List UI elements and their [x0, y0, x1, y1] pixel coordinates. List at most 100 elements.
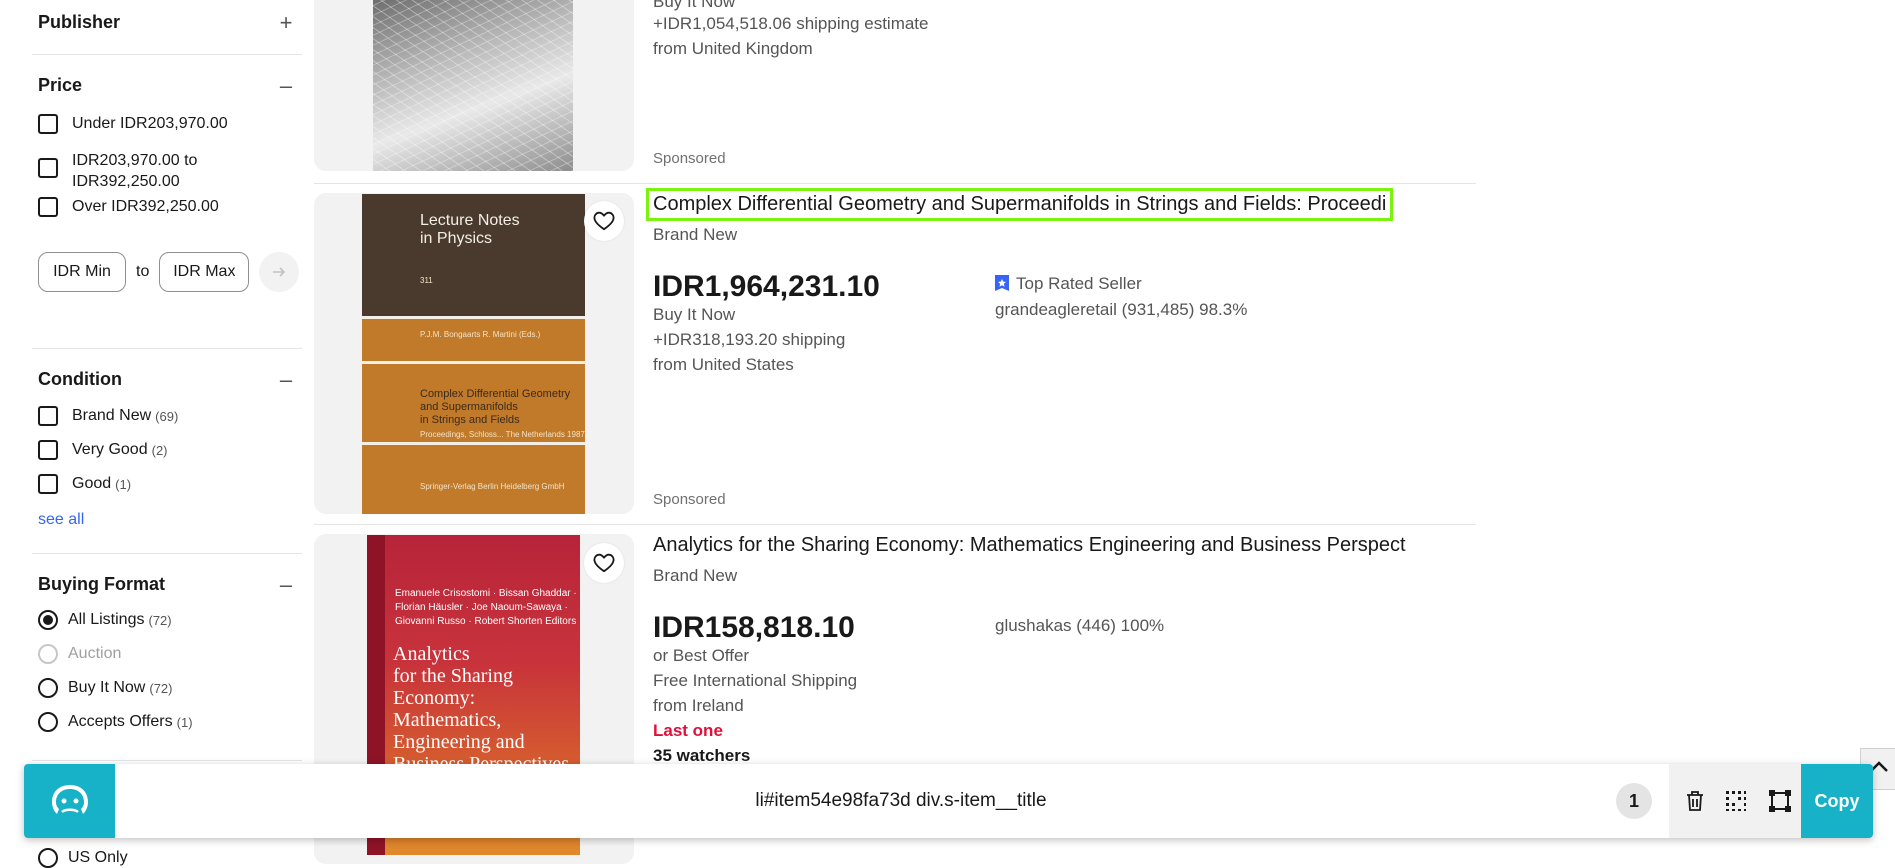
price-option-under[interactable]: Under IDR203,970.00 [38, 114, 228, 134]
shipping-cost: +IDR318,193.20 shipping [653, 330, 846, 349]
cover-author-line: Emanuele Crisostomi · Bissan Ghaddar · [395, 588, 577, 599]
cover-title-line: for the Sharing [393, 665, 513, 687]
buying-format-label: Buying Format [38, 574, 166, 594]
buying-format-label: All Listings [68, 611, 145, 628]
condition-option-good[interactable]: Good (1) [38, 474, 131, 494]
item-price: IDR158,818.10 [653, 611, 855, 644]
grid-icon[interactable] [1724, 789, 1748, 813]
cover-series-line: Lecture Notes [420, 212, 520, 229]
cover-title-line: Engineering and [393, 731, 525, 753]
divider [32, 54, 302, 55]
checkbox[interactable] [38, 474, 58, 494]
buying-format-label: Auction [68, 645, 122, 662]
publisher-section-header[interactable]: Publisher + [38, 10, 296, 36]
toolbar-actions [1669, 764, 1805, 838]
cover-rule [362, 442, 585, 445]
buying-format-auction: Auction [38, 644, 121, 664]
sponsored-label: Sponsored [653, 150, 726, 167]
item-location-us-only[interactable]: US Only [38, 848, 128, 868]
item-location: from United States [653, 355, 794, 374]
cover-number: 311 [420, 276, 433, 285]
radio-button[interactable] [38, 610, 58, 630]
buying-format-label: Buy It Now [68, 679, 146, 696]
buying-format-all-listings[interactable]: All Listings (72) [38, 610, 172, 630]
expand-icon[interactable]: + [276, 10, 296, 36]
match-count-badge: 1 [1616, 783, 1652, 819]
copy-button[interactable]: Copy [1801, 764, 1873, 838]
buy-format: Buy It Now [653, 0, 736, 11]
mesh-graphic [373, 0, 573, 171]
condition-option-label: Very Good [72, 441, 148, 458]
top-rated-seller-badge: Top Rated Seller [993, 274, 1142, 294]
radio-button[interactable] [38, 848, 58, 868]
checkbox[interactable] [38, 197, 58, 217]
price-option-over[interactable]: Over IDR392,250.00 [38, 197, 219, 217]
watch-heart-icon[interactable] [584, 201, 624, 241]
cover-series-line: in Physics [420, 230, 493, 247]
checkbox[interactable] [38, 158, 58, 178]
sponsored-label: Sponsored [653, 491, 726, 508]
checkbox[interactable] [38, 406, 58, 426]
min-price-input[interactable]: IDR Min [38, 252, 126, 292]
max-price-input[interactable]: IDR Max [159, 252, 250, 292]
buying-format-buy-it-now[interactable]: Buy It Now (72) [38, 678, 172, 698]
item-location-label: US Only [68, 849, 128, 866]
cover-title-line: Mathematics, [393, 709, 502, 731]
price-section-header[interactable]: Price – [38, 73, 296, 99]
select-frame-icon[interactable] [1768, 789, 1792, 813]
checkbox[interactable] [38, 114, 58, 134]
price-option-between[interactable]: IDR203,970.00 to IDR392,250.00 [38, 150, 242, 192]
condition-count: (1) [115, 476, 132, 492]
buying-format-section-header[interactable]: Buying Format – [38, 572, 296, 598]
buying-format-count: (72) [148, 612, 172, 628]
condition-count: (2) [151, 442, 168, 458]
trash-icon[interactable] [1683, 789, 1707, 813]
condition-option-label: Good [72, 475, 112, 492]
collapse-icon[interactable]: – [276, 367, 296, 393]
divider [32, 553, 302, 554]
see-all-link[interactable]: see all [38, 511, 84, 529]
arrow-right-icon[interactable] [259, 252, 300, 292]
checkbox[interactable] [38, 440, 58, 460]
row-divider [314, 183, 1476, 184]
cover-title: Analytics for the Sharing Economy: Mathe… [393, 643, 569, 775]
item-title-link[interactable]: Analytics for the Sharing Economy: Mathe… [653, 534, 1406, 557]
divider [32, 760, 302, 761]
price-option-label: IDR203,970.00 to IDR392,250.00 [72, 152, 198, 190]
cover-title-line: in Strings and Fields [420, 414, 520, 426]
item-location: from Ireland [653, 696, 744, 715]
condition-section-header[interactable]: Condition – [38, 367, 296, 393]
logo-icon[interactable] [24, 764, 115, 838]
publisher-label: Publisher [38, 12, 121, 32]
item-image[interactable]: Lecture Notes in Physics 311 P.J.M. Bong… [362, 194, 585, 514]
item-title-link[interactable]: Complex Differential Geometry and Superm… [645, 188, 1394, 221]
cover-editors: P.J.M. Bongaarts R. Martini (Eds.) [420, 330, 541, 339]
divider [32, 348, 302, 349]
buying-format-count: (1) [176, 714, 193, 730]
collapse-icon[interactable]: – [276, 572, 296, 598]
radio-button[interactable] [38, 678, 58, 698]
price-option-label: Over IDR392,250.00 [72, 198, 219, 215]
radio-button[interactable] [38, 712, 58, 732]
item-image[interactable] [373, 0, 573, 171]
last-one-label: Last one [653, 721, 723, 740]
item-condition: Brand New [653, 566, 738, 585]
shipping-cost: Free International Shipping [653, 671, 858, 690]
cover-authors: Emanuele Crisostomi · Bissan Ghaddar · F… [395, 587, 577, 629]
cover-publisher: Springer-Verlag Berlin Heidelberg GmbH [420, 482, 565, 491]
price-label: Price [38, 75, 83, 95]
filter-sidebar: Publisher + Price – Under IDR203,970.00 … [0, 0, 310, 868]
buying-format-accepts-offers[interactable]: Accepts Offers (1) [38, 712, 193, 732]
collapse-icon[interactable]: – [276, 73, 296, 99]
cover-title-line: Analytics [393, 643, 470, 665]
condition-count: (69) [155, 408, 179, 424]
condition-option-very-good[interactable]: Very Good (2) [38, 440, 168, 460]
top-rated-badge-icon [993, 274, 1011, 294]
condition-option-label: Brand New [72, 407, 152, 424]
watch-heart-icon[interactable] [584, 543, 624, 583]
top-rated-label: Top Rated Seller [1016, 274, 1142, 293]
item-condition: Brand New [653, 225, 738, 244]
selector-text-field[interactable]: li#item54e98fa73d div.s-item__title [115, 764, 1687, 838]
condition-option-brand-new[interactable]: Brand New (69) [38, 406, 178, 426]
cover-title: Complex Differential Geometry and Superm… [420, 388, 570, 427]
